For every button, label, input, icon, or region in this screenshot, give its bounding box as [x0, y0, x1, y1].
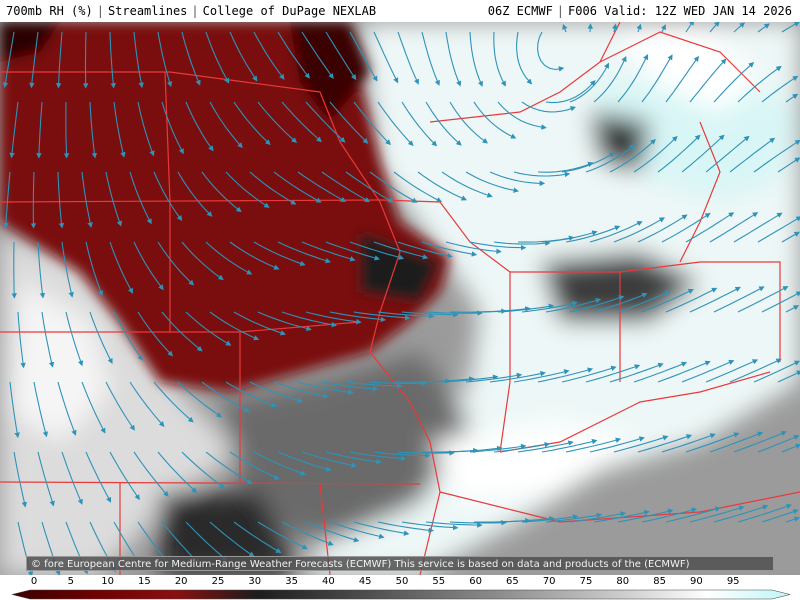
separator: | [191, 4, 199, 18]
forecast-map [0, 22, 800, 575]
colorbar-tick-label: 85 [653, 576, 666, 587]
colorbar-tick-label: 95 [726, 576, 740, 587]
colorbar-tick-label: 45 [358, 576, 372, 587]
streamline [11, 241, 17, 299]
colorbar-tick-label: 60 [469, 576, 482, 587]
colorbar-tick-label: 75 [579, 576, 593, 587]
streamline [82, 31, 89, 89]
source-label: College of DuPage NEXLAB [202, 4, 377, 18]
colorbar-tick-label: 35 [285, 576, 298, 587]
separator: | [556, 4, 565, 18]
streamline [30, 171, 37, 229]
weather-map-page: 700mb RH (%) | Streamlines | College of DuPa… [0, 0, 800, 600]
colorbar-tick-label: 80 [616, 576, 630, 587]
colorbar-tick-label: 15 [138, 576, 151, 587]
header-right: 06Z ECMWF | F006 Valid: 12Z WED JAN 14 202… [488, 0, 792, 22]
map-header: 700mb RH (%) | Streamlines | College of DuPa… [0, 0, 800, 22]
colorbar-tick-label: 20 [174, 576, 188, 587]
separator: | [96, 4, 104, 18]
colorbar-tick-label: 10 [101, 576, 114, 587]
valid-time-label: F006 Valid: 12Z WED JAN 14 2026 [568, 4, 792, 18]
layer-label: Streamlines [107, 4, 188, 18]
attribution-banner: © fore European Centre for Medium-Range … [26, 556, 774, 571]
colorbar-tick-label: 50 [395, 576, 409, 587]
colorbar-tick-label: 30 [248, 576, 262, 587]
colorbar-tick-label: 40 [322, 576, 335, 587]
model-run-label: 06Z ECMWF [487, 4, 553, 18]
colorbar-tick-label: 70 [542, 576, 556, 587]
colorbar-tick-label: 55 [432, 576, 446, 587]
product-label: 700mb RH (%) [6, 4, 93, 18]
colorbar-gradient [11, 589, 791, 600]
colorbar-tick-label: 5 [67, 576, 74, 587]
colorbar: 0 5 10 15 20 25 30 35 40 45 50 55 60 65 70 75 80 85 90 95 [0, 575, 800, 600]
colorbar-tick-label: 90 [690, 576, 703, 587]
colorbar-tick-label: 25 [211, 576, 225, 587]
colorbar-shape [11, 589, 791, 600]
map-canvas [0, 22, 800, 575]
colorbar-ticks: 0 5 10 15 20 25 30 35 40 45 50 55 60 65 70 75 80 85 90 95 [0, 575, 800, 589]
colorbar-tick-label: 0 [30, 576, 38, 587]
header-left: 700mb RH (%) | Streamlines | College of DuPa… [6, 0, 376, 22]
colorbar-tick-label: 65 [506, 576, 519, 587]
